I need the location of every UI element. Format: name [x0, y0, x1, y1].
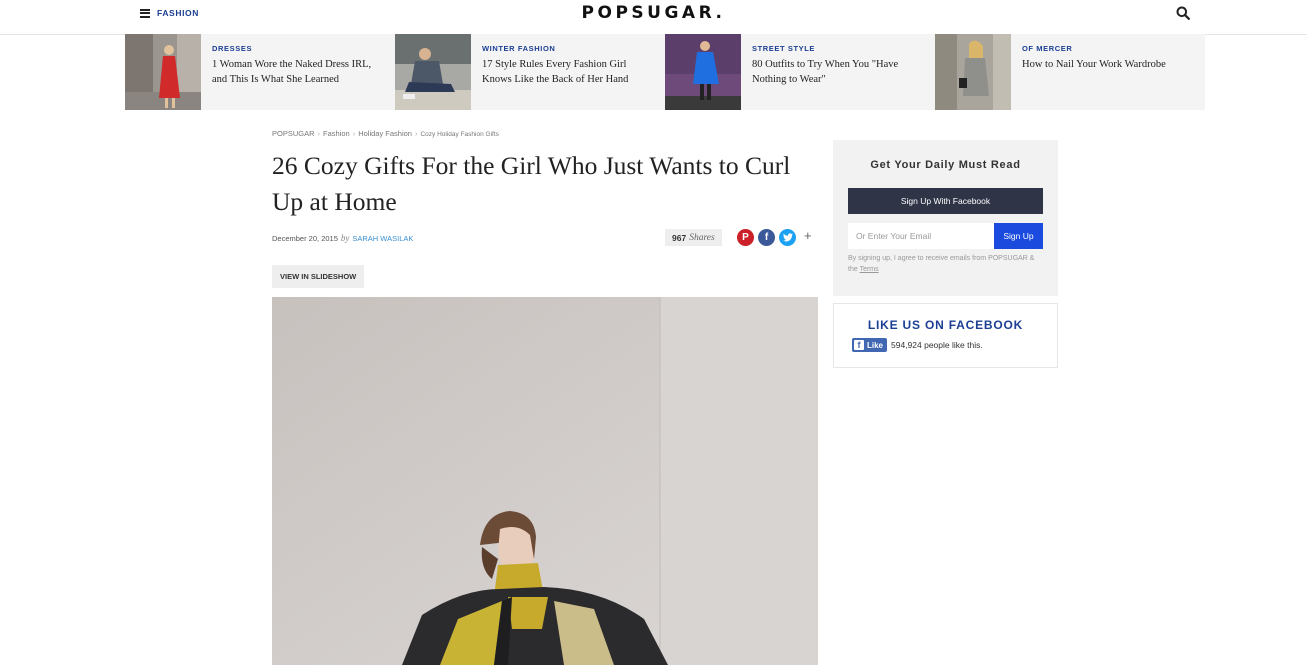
promo-card[interactable]: WINTER FASHION 17 Style Rules Every Fash… — [395, 34, 665, 110]
breadcrumb-link-current[interactable]: Cozy Holiday Fashion Gifts — [420, 131, 498, 138]
promo-title[interactable]: 1 Woman Wore the Naked Dress IRL, and Th… — [212, 57, 387, 87]
promo-card[interactable]: DRESSES 1 Woman Wore the Naked Dress IRL… — [125, 34, 395, 110]
promo-title[interactable]: 80 Outfits to Try When You "Have Nothing… — [752, 57, 927, 87]
terms-link[interactable]: Terms — [860, 266, 879, 273]
share-count-badge: 967 Shares — [665, 229, 722, 246]
top-header: FASHION POPSUGAR. — [0, 0, 1307, 35]
share-count: 967 — [672, 232, 687, 243]
breadcrumb-separator: › — [317, 129, 321, 138]
promo-strip: DRESSES 1 Woman Wore the Naked Dress IRL… — [125, 34, 1205, 110]
promo-card[interactable]: STREET STYLE 80 Outfits to Try When You … — [665, 34, 935, 110]
breadcrumb: POPSUGAR › Fashion › Holiday Fashion › Cozy Ho… — [272, 129, 499, 138]
byline: December 20, 2015 by SARAH WASILAK — [272, 233, 413, 243]
twitter-share-button[interactable] — [779, 229, 796, 246]
promo-title[interactable]: 17 Style Rules Every Fashion Girl Knows … — [482, 57, 657, 87]
newsletter-signup-box: Get Your Daily Must Read Sign Up With Fa… — [833, 140, 1058, 296]
hero-image — [272, 297, 818, 665]
signup-button[interactable]: Sign Up — [994, 223, 1043, 249]
breadcrumb-link-popsugar[interactable]: POPSUGAR — [272, 129, 315, 138]
facebook-like-button[interactable]: f Like — [852, 338, 888, 352]
promo-thumbnail — [665, 34, 741, 110]
facebook-signup-button[interactable]: Sign Up With Facebook — [848, 188, 1043, 214]
promo-category: OF MERCER — [1022, 44, 1073, 53]
signup-disclaimer: By signing up, I agree to receive emails… — [848, 253, 1043, 275]
promo-title[interactable]: How to Nail Your Work Wardrobe — [1022, 57, 1166, 72]
promo-thumbnail — [125, 34, 201, 110]
view-slideshow-button[interactable]: VIEW IN SLIDESHOW — [272, 265, 365, 288]
facebook-icon: f — [854, 340, 864, 350]
breadcrumb-separator: › — [352, 129, 356, 138]
article-date: December 20, 2015 — [272, 234, 338, 243]
promo-category: WINTER FASHION — [482, 44, 556, 53]
email-input[interactable] — [848, 223, 994, 249]
like-label: Like — [867, 340, 884, 350]
share-label: Shares — [689, 232, 715, 243]
signup-title: Get Your Daily Must Read — [870, 159, 1021, 171]
search-icon[interactable] — [1176, 6, 1190, 20]
breadcrumb-separator: › — [414, 129, 418, 138]
byline-by: by — [340, 233, 350, 243]
breadcrumb-link-fashion[interactable]: Fashion — [323, 129, 350, 138]
facebook-like-box: LIKE US ON FACEBOOK f Like 594,924 peopl… — [833, 303, 1058, 368]
promo-card[interactable]: OF MERCER How to Nail Your Work Wardrobe — [935, 34, 1205, 110]
promo-category: DRESSES — [212, 44, 253, 53]
pinterest-icon: P — [742, 232, 749, 243]
author-link[interactable]: SARAH WASILAK — [352, 234, 413, 243]
pinterest-share-button[interactable]: P — [737, 229, 754, 246]
breadcrumb-link-holiday-fashion[interactable]: Holiday Fashion — [358, 129, 412, 138]
promo-category: STREET STYLE — [752, 44, 816, 53]
promo-thumbnail — [935, 34, 1011, 110]
facebook-share-button[interactable]: f — [758, 229, 775, 246]
twitter-icon — [782, 233, 793, 242]
site-logo[interactable]: POPSUGAR. — [0, 3, 1307, 23]
promo-thumbnail — [395, 34, 471, 110]
like-count: 594,924 people like this. — [891, 340, 983, 350]
article-title: 26 Cozy Gifts For the Girl Who Just Want… — [272, 151, 791, 216]
facebook-icon: f — [764, 232, 769, 243]
facebook-box-title: LIKE US ON FACEBOOK — [867, 318, 1024, 332]
like-row: f Like 594,924 people like this. — [852, 338, 983, 352]
more-share-button[interactable]: + — [804, 228, 812, 243]
